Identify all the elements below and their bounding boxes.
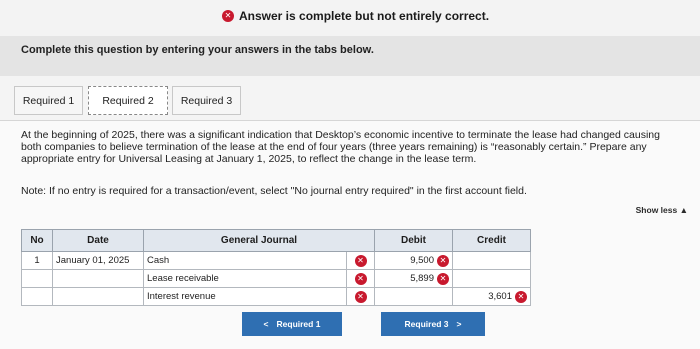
table-row: 1 January 01, 2025 Cash ✕ 9,500 ✕ <box>21 251 531 270</box>
result-message-text: Answer is complete but not entirely corr… <box>239 9 490 23</box>
entry-number: 1 <box>21 251 53 270</box>
chevron-right-icon: > <box>456 319 462 329</box>
entry-number <box>21 287 53 306</box>
next-button-label: Required 3 <box>404 319 449 329</box>
header-date: Date <box>52 229 144 252</box>
row-status: ✕ <box>346 269 375 288</box>
header-credit: Credit <box>452 229 531 252</box>
result-banner: ✕ Answer is complete but not entirely co… <box>0 0 700 36</box>
entry-number <box>21 269 53 288</box>
debit-value: 5,899 <box>410 273 434 284</box>
prev-button-label: Required 1 <box>276 319 321 329</box>
x-circle-icon: ✕ <box>437 254 449 267</box>
journal-header-row: No Date General Journal Debit Credit <box>21 229 531 252</box>
x-circle-icon: ✕ <box>354 254 367 267</box>
credit-value: 3,601 <box>488 291 512 302</box>
tab-required-2[interactable]: Required 2 <box>88 86 168 115</box>
debit-cell[interactable]: 5,899 ✕ <box>374 269 453 288</box>
debit-cell[interactable]: 9,500 ✕ <box>374 251 453 270</box>
x-circle-icon: ✕ <box>515 290 527 303</box>
tabs-row: Required 1 Required 2 Required 3 <box>0 76 700 120</box>
account-cell[interactable]: Lease receivable <box>143 269 347 288</box>
date-cell[interactable] <box>52 269 144 288</box>
next-required-button[interactable]: Required 3 > <box>381 312 485 336</box>
question-panel: At the beginning of 2025, there was a si… <box>0 120 700 349</box>
question-text: At the beginning of 2025, there was a si… <box>21 129 660 165</box>
header-debit: Debit <box>374 229 453 252</box>
credit-cell[interactable] <box>452 251 531 270</box>
instructions-text: Complete this question by entering your … <box>21 44 374 56</box>
tab-required-3[interactable]: Required 3 <box>172 86 241 115</box>
debit-cell[interactable] <box>374 287 453 306</box>
date-cell[interactable] <box>52 287 144 306</box>
x-circle-icon: ✕ <box>354 290 367 303</box>
account-cell[interactable]: Interest revenue <box>143 287 347 306</box>
x-circle-icon: ✕ <box>354 272 367 285</box>
date-cell[interactable]: January 01, 2025 <box>52 251 144 270</box>
chevron-left-icon: < <box>263 319 269 329</box>
row-status: ✕ <box>346 251 375 270</box>
table-row: Interest revenue ✕ 3,601 ✕ <box>21 287 531 306</box>
question-note: Note: If no entry is required for a tran… <box>21 185 527 197</box>
credit-cell[interactable]: 3,601 ✕ <box>452 287 531 306</box>
tab-required-1[interactable]: Required 1 <box>14 86 83 115</box>
journal-table: No Date General Journal Debit Credit 1 J… <box>21 229 531 306</box>
header-no: No <box>21 229 53 252</box>
result-message: ✕ Answer is complete but not entirely co… <box>222 9 489 23</box>
x-circle-icon: ✕ <box>222 10 234 22</box>
x-circle-icon: ✕ <box>437 272 449 285</box>
row-status: ✕ <box>346 287 375 306</box>
prev-required-button[interactable]: < Required 1 <box>242 312 342 336</box>
account-cell[interactable]: Cash <box>143 251 347 270</box>
credit-cell[interactable] <box>452 269 531 288</box>
debit-value: 9,500 <box>410 255 434 266</box>
show-less-toggle[interactable]: Show less ▲ <box>636 205 688 215</box>
instructions-bar: Complete this question by entering your … <box>0 36 700 76</box>
header-general-journal: General Journal <box>143 229 375 252</box>
table-row: Lease receivable ✕ 5,899 ✕ <box>21 269 531 288</box>
